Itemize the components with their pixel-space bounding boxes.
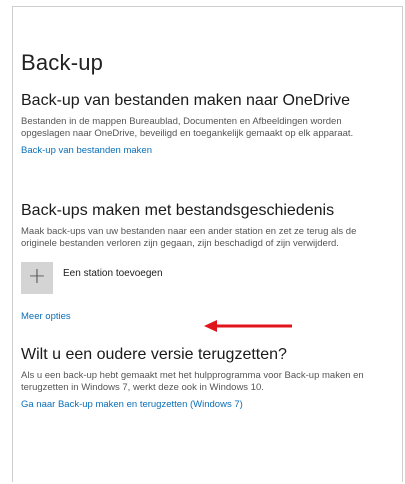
- add-drive-label[interactable]: Een station toevoegen: [63, 268, 163, 279]
- annotation-arrow-icon: [204, 319, 296, 333]
- onedrive-description: Bestanden in de mappen Bureaublad, Docum…: [21, 116, 354, 139]
- older-version-description: Als u een back-up hebt gemaakt met het h…: [21, 370, 364, 393]
- plus-icon: +: [27, 264, 47, 289]
- page-title: Back-up: [21, 50, 104, 75]
- backup-settings-content: Back-up Back-up van bestanden maken naar…: [21, 50, 391, 412]
- backup-files-link[interactable]: Back-up van bestanden maken: [21, 145, 152, 157]
- file-history-section-title: Back-ups maken met bestandsgeschiedenis: [21, 202, 335, 219]
- onedrive-section: Back-up van bestanden maken naar OneDriv…: [21, 92, 391, 158]
- older-version-section: Wilt u een oudere versie terugzetten? Al…: [21, 346, 391, 412]
- more-options-link[interactable]: Meer opties: [21, 311, 71, 323]
- older-version-section-title: Wilt u een oudere versie terugzetten?: [21, 346, 287, 363]
- onedrive-section-title: Back-up van bestanden maken naar OneDriv…: [21, 92, 351, 109]
- file-history-section: Back-ups maken met bestandsgeschiedenis …: [21, 202, 391, 324]
- windows7-backup-link[interactable]: Ga naar Back-up maken en terugzetten (Wi…: [21, 399, 243, 411]
- file-history-description: Maak back-ups van uw bestanden naar een …: [21, 226, 357, 249]
- add-drive-row[interactable]: + Een station toevoegen: [21, 262, 391, 294]
- add-drive-button[interactable]: +: [21, 262, 53, 294]
